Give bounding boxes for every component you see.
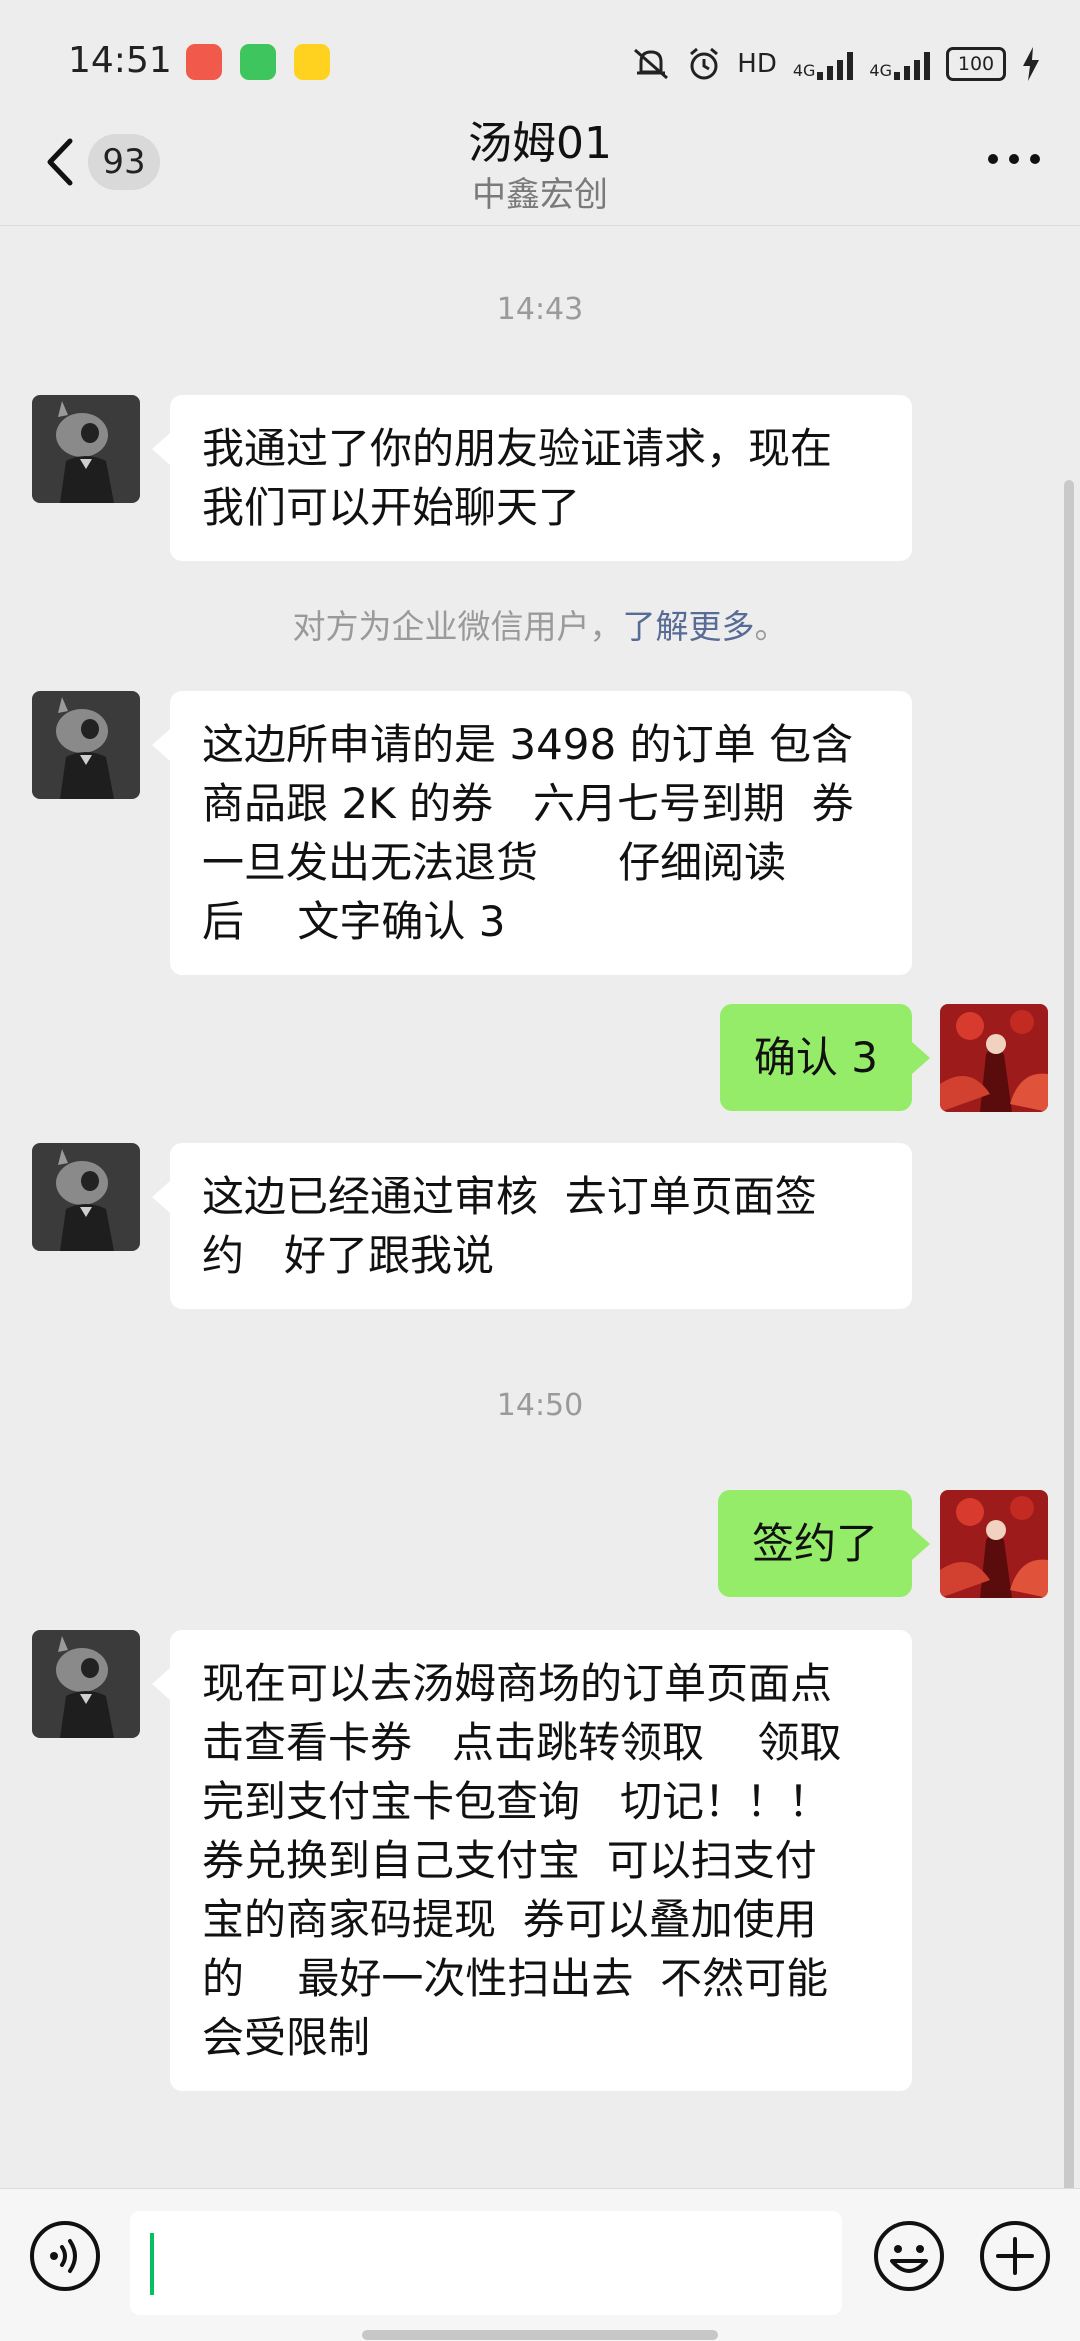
voice-input-icon[interactable] <box>28 2219 102 2293</box>
outgoing-message[interactable]: 签约了 <box>717 1490 931 1597</box>
red-figure-avatar-icon <box>940 1490 1048 1598</box>
home-indicator[interactable] <box>362 2330 718 2340</box>
yellow-app-notification-icon <box>294 44 330 80</box>
incoming-message[interactable]: 我通过了你的朋友验证请求，现在 我们可以开始聊天了 <box>152 395 912 561</box>
timestamp: 14:43 <box>496 292 584 327</box>
more-options-icon[interactable] <box>984 139 1044 179</box>
cartoon-cat-avatar-icon <box>32 1143 140 1251</box>
contact-avatar[interactable] <box>32 1630 140 1738</box>
signal-icon-1: 4G <box>793 48 854 80</box>
chat-header: 93 汤姆01 中鑫宏创 <box>0 95 1080 226</box>
cartoon-cat-avatar-icon <box>32 395 140 503</box>
incoming-message[interactable]: 现在可以去汤姆商场的订单页面点 击查看卡券 点击跳转领取 领取 完到支付宝卡包查… <box>152 1630 912 2091</box>
incoming-message[interactable]: 这边所申请的是 3498 的订单 包含 商品跟 2K 的券 六月七号到期 券 一… <box>152 691 912 975</box>
plus-icon[interactable] <box>978 2219 1052 2293</box>
cartoon-cat-avatar-icon <box>32 691 140 799</box>
alarm-icon <box>690 47 719 80</box>
battery-icon: 100 <box>946 47 1006 81</box>
input-bar <box>0 2188 1080 2341</box>
hd-indicator: HD <box>737 49 777 79</box>
red-figure-avatar-icon <box>940 1004 1048 1112</box>
mute-bell-icon <box>634 48 669 80</box>
chat-subtitle: 中鑫宏创 <box>472 175 608 215</box>
contact-avatar[interactable] <box>32 691 140 799</box>
status-icons: HD 4G 4G 100 <box>631 44 1040 84</box>
my-avatar[interactable] <box>940 1490 1048 1598</box>
system-notice: 对方为企业微信用户，了解更多。 <box>292 607 788 646</box>
status-time: 14:51 <box>68 40 172 81</box>
charging-icon <box>1023 47 1039 81</box>
app-notification-icon <box>186 44 222 80</box>
my-avatar[interactable] <box>940 1004 1048 1112</box>
timestamp: 14:50 <box>496 1388 584 1423</box>
contact-avatar[interactable] <box>32 395 140 503</box>
cartoon-cat-avatar-icon <box>32 1630 140 1738</box>
chat-title: 汤姆01 <box>468 118 612 169</box>
learn-more-link[interactable]: 了解更多 <box>623 607 755 646</box>
signal-icon-2: 4G <box>869 48 930 80</box>
contact-avatar[interactable] <box>32 1143 140 1251</box>
chat-app-notification-icon <box>240 44 276 80</box>
message-input[interactable] <box>130 2211 842 2315</box>
incoming-message[interactable]: 这边已经通过审核 去订单页面签 约 好了跟我说 <box>152 1143 912 1309</box>
outgoing-message[interactable]: 确认 3 <box>719 1004 931 1111</box>
emoji-icon[interactable] <box>872 2219 946 2293</box>
scrollbar[interactable] <box>1064 480 1074 2200</box>
text-caret <box>150 2233 154 2295</box>
